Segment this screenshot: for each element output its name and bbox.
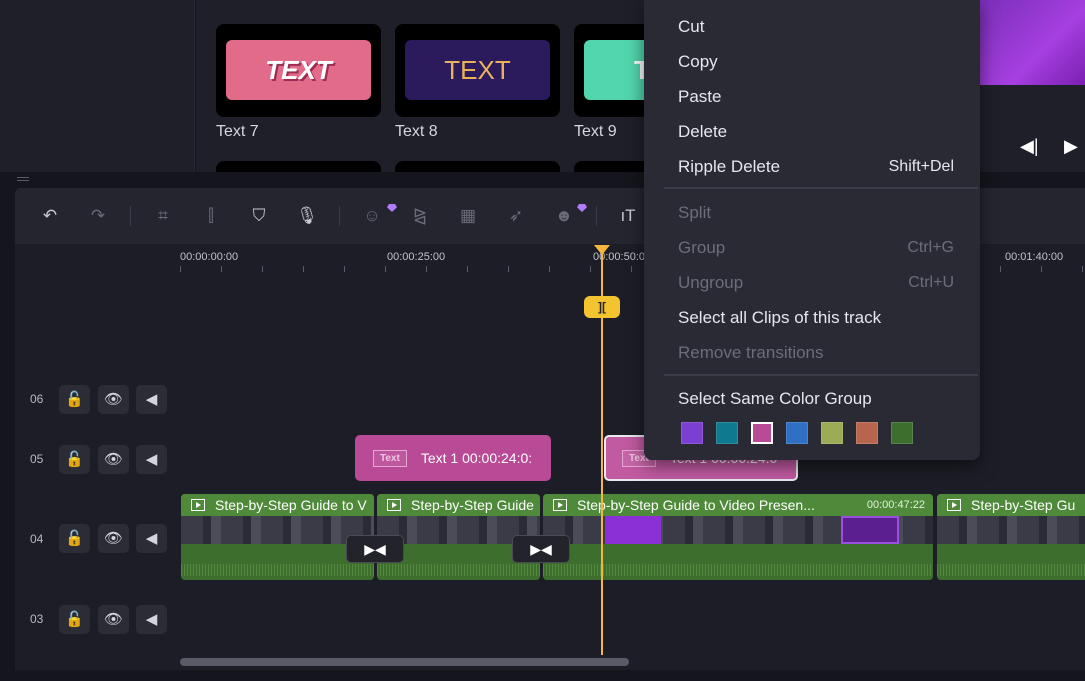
video-clip-title: Step-by-Step Guide bbox=[377, 494, 540, 516]
track-visibility-icon[interactable]: 👁 bbox=[98, 524, 129, 553]
toolbar-divider bbox=[130, 206, 131, 226]
undo-icon[interactable]: ↶ bbox=[39, 205, 61, 227]
video-clip-duration: 00:00:47:22 bbox=[866, 499, 925, 511]
playhead-handle[interactable] bbox=[594, 245, 610, 255]
track-mute-icon[interactable]: ◀ bbox=[136, 524, 167, 553]
track-number: 06 bbox=[30, 392, 44, 406]
marker-icon[interactable]: ⛉ bbox=[248, 205, 270, 227]
split-icon[interactable]: ⫿ bbox=[200, 205, 222, 227]
track-number: 05 bbox=[30, 452, 44, 466]
transition-icon[interactable]: ▶◀ bbox=[512, 535, 570, 563]
mirror-icon[interactable]: ⧎ bbox=[409, 205, 431, 227]
auto-text-icon[interactable]: ıT bbox=[617, 205, 639, 227]
transition-icon[interactable]: ▶◀ bbox=[346, 535, 404, 563]
audio-waveform bbox=[937, 544, 1085, 580]
menu-item-ungroup[interactable]: Ungroup bbox=[678, 273, 743, 293]
menu-item-delete[interactable]: Delete bbox=[678, 122, 727, 142]
video-thumbnail-highlight bbox=[841, 516, 899, 544]
track-number: 03 bbox=[30, 612, 44, 626]
text-template-tile-next[interactable] bbox=[216, 161, 381, 172]
mosaic-icon[interactable]: ▦ bbox=[457, 205, 479, 227]
track-lock-icon[interactable]: 🔓 bbox=[59, 524, 90, 553]
menu-separator bbox=[664, 374, 978, 376]
toolbar-divider bbox=[596, 206, 597, 226]
text-template-label: Text 7 bbox=[216, 123, 259, 140]
preview-video-frame bbox=[980, 0, 1085, 85]
play-icon[interactable]: ▶ bbox=[1064, 136, 1078, 157]
color-swatch-blue[interactable] bbox=[786, 422, 808, 444]
text-template-preview: TEXT bbox=[226, 40, 371, 100]
sticker-icon[interactable]: ☻ bbox=[553, 205, 575, 227]
track-visibility-icon[interactable]: 👁 bbox=[98, 605, 129, 634]
menu-item-select-same-color-group[interactable]: Select Same Color Group bbox=[678, 389, 872, 409]
color-swatch-olive[interactable] bbox=[821, 422, 843, 444]
color-swatch-pink-selected[interactable] bbox=[751, 422, 773, 444]
text-clip-label: Text 1 00:00:24:0: bbox=[420, 450, 533, 466]
video-clip[interactable]: Step-by-Step Guide to V bbox=[181, 494, 374, 580]
menu-shortcut: Ctrl+G bbox=[907, 239, 954, 256]
media-category-panel bbox=[0, 0, 195, 172]
ruler-tick-label: 00:00:25:00 bbox=[387, 251, 446, 263]
crop-icon[interactable]: ⌗ bbox=[152, 205, 174, 227]
menu-separator bbox=[664, 187, 978, 189]
menu-item-remove-transitions[interactable]: Remove transitions bbox=[678, 343, 824, 363]
text-template-tile-next[interactable] bbox=[395, 161, 560, 172]
video-editor-window: TEXT Text 7 TEXT Text 8 T Text 9 ◀| ▶ ↶ … bbox=[0, 0, 1085, 681]
video-clip[interactable]: Step-by-Step Gu bbox=[937, 494, 1085, 580]
menu-item-copy[interactable]: Copy bbox=[678, 52, 718, 72]
playhead-split-icon[interactable]: ][ bbox=[584, 296, 620, 318]
video-thumbnail-highlight bbox=[605, 516, 661, 544]
menu-shortcut: Ctrl+U bbox=[908, 274, 954, 291]
text-template-label: Text 9 bbox=[574, 123, 617, 140]
motion-tracking-icon[interactable]: ➶ bbox=[505, 205, 527, 227]
text-template-tile-9[interactable]: T bbox=[574, 24, 654, 117]
menu-item-split[interactable]: Split bbox=[678, 203, 711, 223]
ai-portrait-icon[interactable]: ☺ bbox=[361, 205, 383, 227]
text-template-tile-next[interactable] bbox=[574, 161, 644, 172]
track-mute-icon[interactable]: ◀ bbox=[136, 605, 167, 634]
text-clip-badge: Text bbox=[373, 449, 407, 467]
video-clip-icon bbox=[387, 499, 401, 511]
timeline-horizontal-scrollbar[interactable] bbox=[180, 658, 629, 666]
track-lock-icon[interactable]: 🔓 bbox=[59, 605, 90, 634]
video-clip-icon bbox=[191, 499, 205, 511]
menu-item-ripple-delete[interactable]: Ripple Delete bbox=[678, 157, 780, 177]
video-clip-title: Step-by-Step Guide to V bbox=[181, 494, 374, 516]
video-clip-thumbnails bbox=[937, 516, 1085, 544]
color-swatch-brown[interactable] bbox=[856, 422, 878, 444]
text-template-label: Text 8 bbox=[395, 123, 438, 140]
text-template-preview: TEXT bbox=[405, 40, 550, 100]
track-number: 04 bbox=[30, 532, 44, 546]
track-visibility-icon[interactable]: 👁 bbox=[98, 385, 129, 414]
menu-item-cut[interactable]: Cut bbox=[678, 17, 704, 37]
ruler-tick-label: 00:00:00:00 bbox=[180, 251, 239, 263]
toolbar-divider bbox=[339, 206, 340, 226]
track-mute-icon[interactable]: ◀ bbox=[136, 385, 167, 414]
track-lock-icon[interactable]: 🔓 bbox=[59, 445, 90, 474]
video-clip-icon bbox=[553, 499, 567, 511]
video-clip-icon bbox=[947, 499, 961, 511]
track-mute-icon[interactable]: ◀ bbox=[136, 445, 167, 474]
previous-frame-icon[interactable]: ◀| bbox=[1020, 136, 1039, 157]
text-template-tile-7[interactable]: TEXT bbox=[216, 24, 381, 117]
track-lock-icon[interactable]: 🔓 bbox=[59, 385, 90, 414]
color-swatch-green[interactable] bbox=[891, 422, 913, 444]
text-template-tile-8[interactable]: TEXT bbox=[395, 24, 560, 117]
panel-resize-handle[interactable] bbox=[17, 177, 29, 183]
color-swatch-purple[interactable] bbox=[681, 422, 703, 444]
menu-shortcut: Shift+Del bbox=[888, 158, 954, 175]
text-clip[interactable]: Text Text 1 00:00:24:0: bbox=[355, 435, 551, 481]
menu-item-group[interactable]: Group bbox=[678, 238, 725, 258]
microphone-icon[interactable]: 🎙 bbox=[296, 205, 318, 227]
ruler-tick-label: 00:01:40:00 bbox=[1005, 251, 1064, 263]
track-visibility-icon[interactable]: 👁 bbox=[98, 445, 129, 474]
menu-item-paste[interactable]: Paste bbox=[678, 87, 721, 107]
redo-icon[interactable]: ↷ bbox=[87, 205, 109, 227]
menu-item-select-all-clips[interactable]: Select all Clips of this track bbox=[678, 308, 881, 328]
color-swatch-teal[interactable] bbox=[716, 422, 738, 444]
